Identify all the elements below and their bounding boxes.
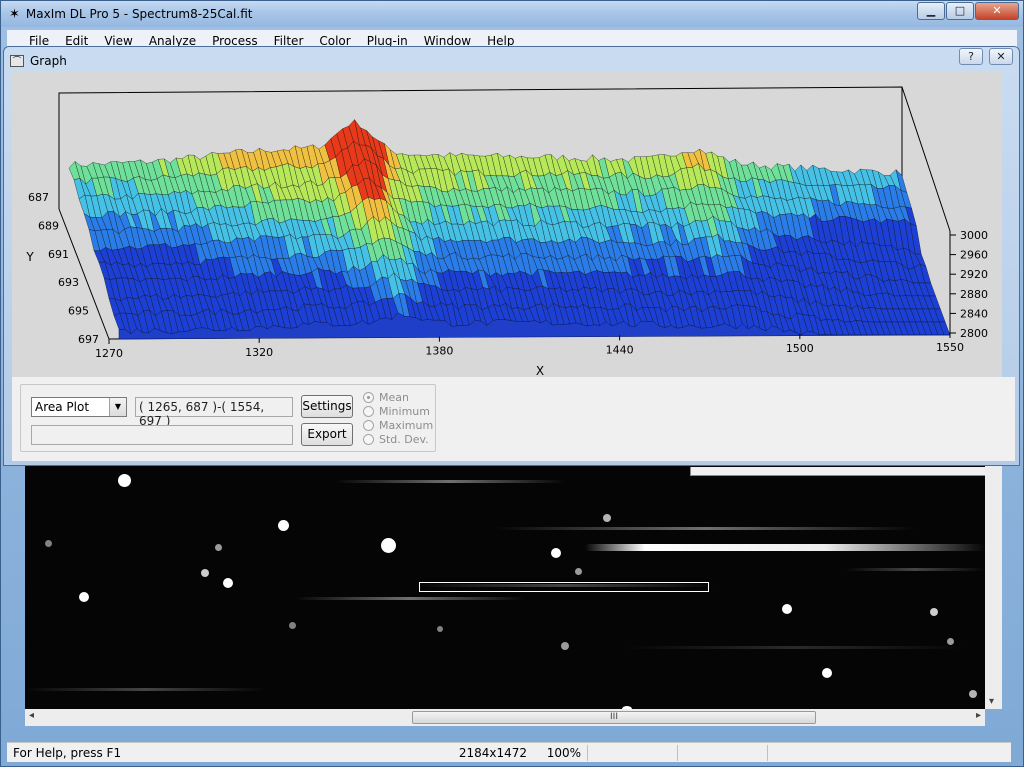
star xyxy=(79,592,89,602)
export-button[interactable]: Export xyxy=(301,423,353,446)
graph-close-button[interactable]: ✕ xyxy=(989,48,1013,65)
star xyxy=(947,638,954,645)
spectrum-streak xyxy=(625,646,965,649)
graph-controls: Area Plot ▼ ( 1265, 687 )-( 1554, 697 ) … xyxy=(12,377,1015,461)
radio-label: Mean xyxy=(379,391,409,404)
dropdown-arrow-icon[interactable]: ▼ xyxy=(109,398,126,416)
vertical-scrollbar[interactable]: ▾ xyxy=(985,466,1002,709)
image-view[interactable] xyxy=(25,466,985,709)
y-tick-label: 691 xyxy=(48,248,69,261)
radio-label: Minimum xyxy=(379,405,430,418)
x-tick-label: 1550 xyxy=(936,341,964,354)
radio-label: Std. Dev. xyxy=(379,433,429,446)
selection-coordinates: ( 1265, 687 )-( 1554, 697 ) xyxy=(135,397,293,428)
scroll-right-icon[interactable]: ▸ xyxy=(976,710,981,721)
star xyxy=(551,548,561,558)
star xyxy=(561,642,569,650)
controls-group: Area Plot ▼ ( 1265, 687 )-( 1554, 697 ) … xyxy=(20,384,436,452)
star xyxy=(289,622,296,629)
status-bar: For Help, press F1 2184x1472 100% xyxy=(7,742,1011,762)
y-tick-label: 693 xyxy=(58,276,79,289)
status-image-dimensions: 2184x1472 xyxy=(458,745,527,760)
status-panel xyxy=(587,744,677,761)
scroll-down-icon[interactable]: ▾ xyxy=(989,696,994,707)
star xyxy=(201,569,209,577)
graph-help-button[interactable]: ? xyxy=(959,48,983,65)
y-tick-label: 689 xyxy=(38,219,59,232)
settings-button[interactable]: Settings xyxy=(301,395,353,418)
main-titlebar[interactable]: ✶ MaxIm DL Pro 5 - Spectrum8-25Cal.fit ▁… xyxy=(1,1,1023,27)
status-panel xyxy=(767,744,857,761)
star xyxy=(118,474,131,487)
x-tick-label: 1320 xyxy=(245,346,273,359)
status-panel xyxy=(677,744,767,761)
star xyxy=(969,690,977,698)
status-help-text: For Help, press F1 xyxy=(13,745,122,760)
radio-mean[interactable]: Mean xyxy=(363,391,409,404)
graph-titlebar[interactable]: ⌒ Graph xyxy=(10,51,67,71)
y-tick-label: 697 xyxy=(78,333,99,346)
z-tick-label: 2920 xyxy=(960,268,988,281)
spectrum-streak xyxy=(495,527,915,530)
star xyxy=(381,538,396,553)
x-tick-label: 1270 xyxy=(95,347,123,360)
radio-maximum[interactable]: Maximum xyxy=(363,419,433,432)
selection-rectangle[interactable] xyxy=(419,582,709,592)
graph-window: ⌒ Graph ? ✕ 1270 1320 1380 1440 1500 1550 X 687… xyxy=(3,46,1020,466)
plot-type-select[interactable]: Area Plot ▼ xyxy=(31,397,127,417)
y-axis-label: Y xyxy=(25,250,34,264)
x-tick-label: 1440 xyxy=(606,343,634,356)
status-zoom-level: 100% xyxy=(546,745,581,760)
graph-title: Graph xyxy=(30,54,67,68)
spectrum-streak xyxy=(335,480,565,483)
minimize-button[interactable]: ▁ xyxy=(917,2,945,20)
star xyxy=(278,520,289,531)
surface-plot-svg: 1270 1320 1380 1440 1500 1550 X 687 689 691 693 695… xyxy=(25,86,988,378)
plot-type-value: Area Plot xyxy=(35,400,90,414)
maximize-button[interactable]: □ xyxy=(946,2,974,20)
graph-window-icon: ⌒ xyxy=(10,55,24,67)
horizontal-scrollbar[interactable]: ◂ III ▸ xyxy=(25,709,985,726)
radio-minimum[interactable]: Minimum xyxy=(363,405,430,418)
radio-label: Maximum xyxy=(379,419,434,432)
spectrum-streak xyxy=(295,597,525,600)
star xyxy=(782,604,792,614)
spectrum-streak xyxy=(585,544,985,551)
window-title: MaxIm DL Pro 5 - Spectrum8-25Cal.fit xyxy=(25,7,253,21)
radio-button[interactable] xyxy=(363,434,374,445)
area-plot: 1270 1320 1380 1440 1500 1550 X 687 689 691 693 695… xyxy=(12,71,1002,378)
z-tick-label: 3000 xyxy=(960,229,988,242)
graph-caption-buttons: ? ✕ xyxy=(953,48,1013,65)
scroll-left-icon[interactable]: ◂ xyxy=(29,710,34,721)
radio-std-dev[interactable]: Std. Dev. xyxy=(363,433,429,446)
star xyxy=(603,514,611,522)
star xyxy=(822,668,832,678)
value-readout xyxy=(31,425,293,445)
z-tick-label: 2880 xyxy=(960,288,988,301)
z-tick-label: 2800 xyxy=(960,327,988,340)
radio-button[interactable] xyxy=(363,406,374,417)
star xyxy=(215,544,222,551)
y-tick-label: 687 xyxy=(28,191,49,204)
star xyxy=(930,608,938,616)
radio-button[interactable] xyxy=(363,392,374,403)
x-tick-label: 1380 xyxy=(425,345,453,358)
y-tick-label: 695 xyxy=(68,305,89,318)
star xyxy=(223,578,233,588)
star xyxy=(45,540,52,547)
x-tick-label: 1500 xyxy=(786,342,814,355)
spectrum-streak xyxy=(845,568,985,571)
mdi-child-frame xyxy=(690,467,986,476)
caption-buttons: ▁ □ ✕ xyxy=(916,2,1019,20)
horizontal-scroll-thumb[interactable]: III xyxy=(412,711,816,724)
star xyxy=(437,626,443,632)
spectrum-streak xyxy=(25,688,265,691)
z-tick-label: 2960 xyxy=(960,249,988,262)
star xyxy=(575,568,582,575)
close-button[interactable]: ✕ xyxy=(975,2,1019,20)
z-tick-label: 2840 xyxy=(960,307,988,320)
radio-button[interactable] xyxy=(363,420,374,431)
x-axis-label: X xyxy=(536,364,544,377)
app-telescope-icon: ✶ xyxy=(9,6,20,22)
